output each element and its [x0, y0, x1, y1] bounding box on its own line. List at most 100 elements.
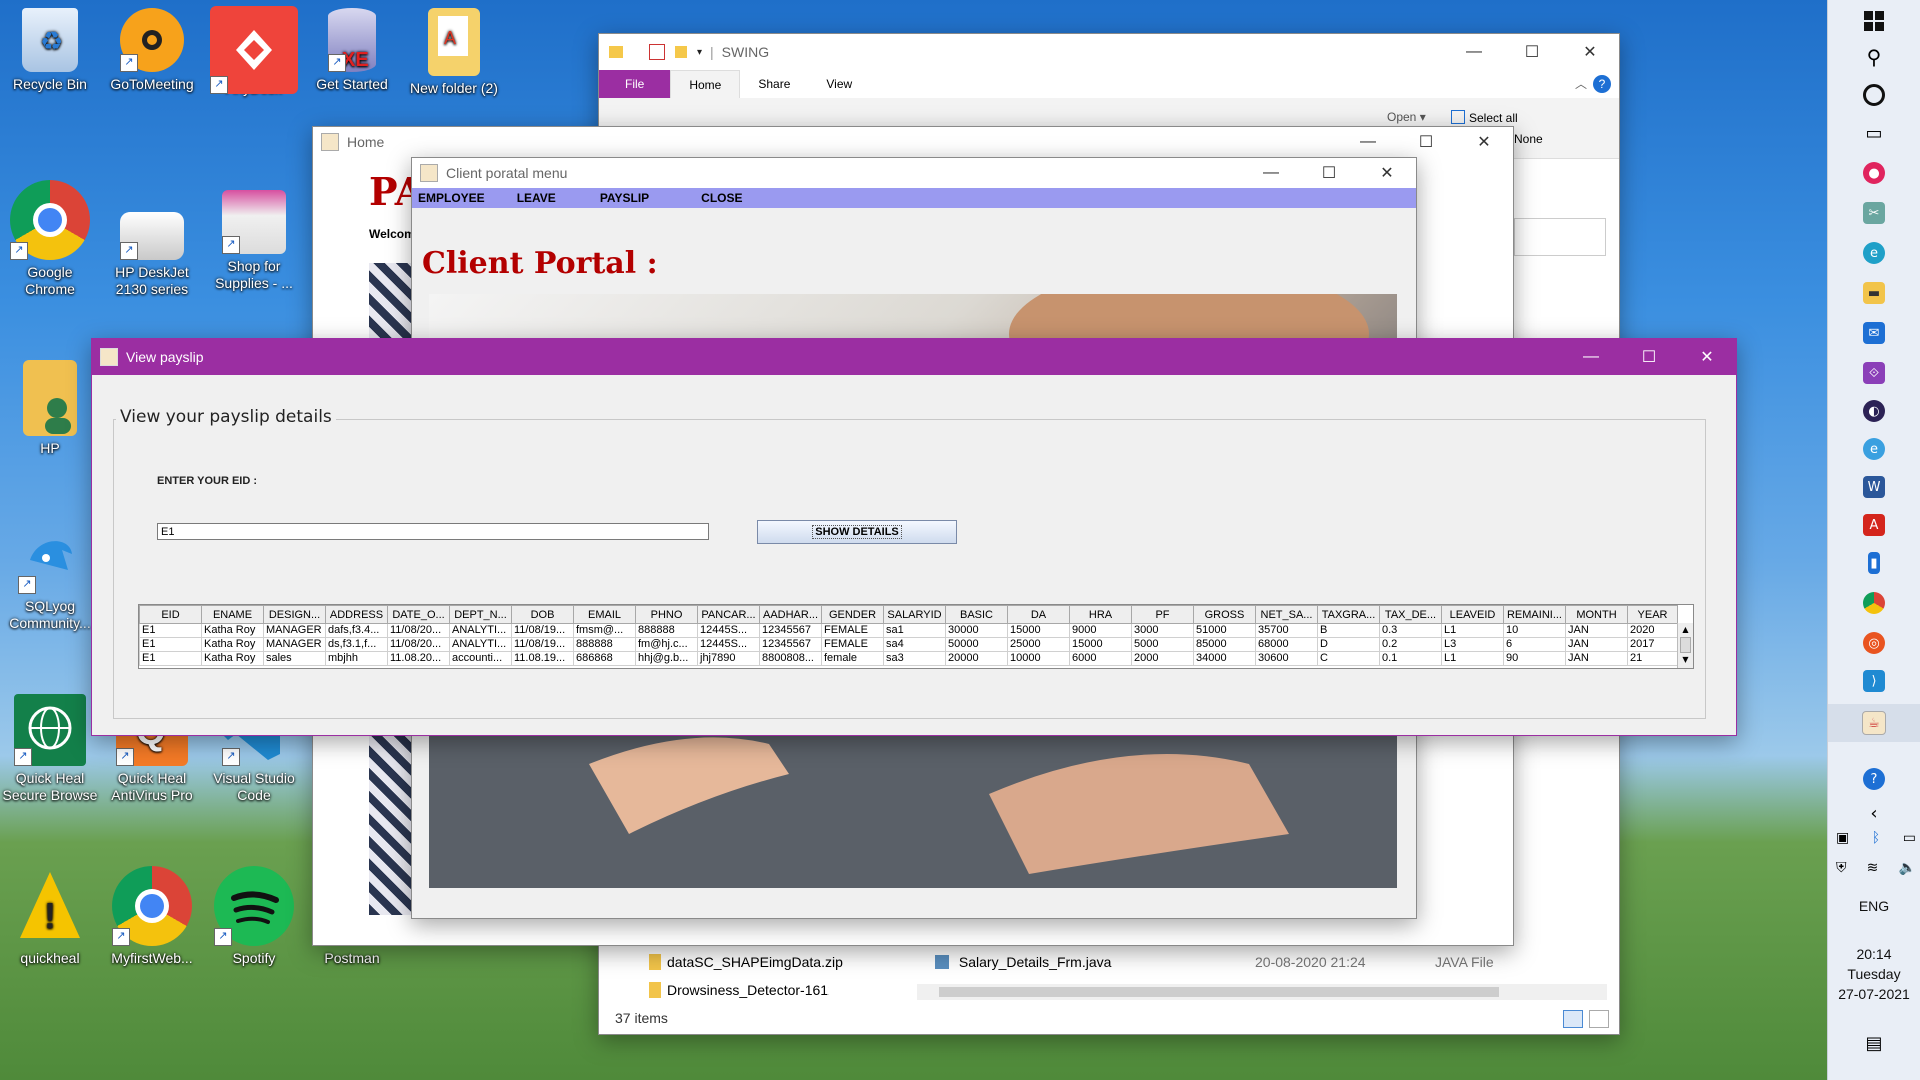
table-cell[interactable]: ds,f3.1,f... — [325, 637, 388, 652]
table-cell[interactable]: FEMALE — [821, 623, 884, 638]
payslip-table-container[interactable]: EID ENAME DESIGN... ADDRESS DATE_O... DE… — [138, 604, 1694, 669]
taskbar-app-ie[interactable]: e — [1828, 432, 1920, 466]
security-shield-icon[interactable]: ⛨ — [1836, 860, 1847, 876]
maximize-icon[interactable]: ☐ — [1300, 158, 1358, 188]
table-cell[interactable]: 68000 — [1255, 637, 1318, 652]
desktop-icon-google-chrome[interactable]: ↗ Google Chrome — [2, 180, 98, 298]
taskbar-app-ubuntu[interactable]: ◎ — [1828, 626, 1920, 660]
table-cell[interactable]: E1 — [139, 651, 202, 666]
table-cell[interactable]: 11/08/20... — [387, 637, 450, 652]
table-cell[interactable]: fm@hj.c... — [635, 637, 698, 652]
table-vertical-scrollbar[interactable]: ▲ ▼ — [1677, 623, 1693, 668]
table-cell[interactable]: 12445S... — [697, 623, 760, 638]
table-cell[interactable]: L3 — [1441, 637, 1504, 652]
column-header[interactable]: MONTH — [1565, 605, 1628, 624]
explorer-search-box[interactable] — [1514, 218, 1606, 256]
table-row[interactable]: E1 Katha Roy MANAGER dafs,f3.4... 11/08/20..… — [139, 623, 1678, 638]
column-header[interactable]: EID — [139, 605, 202, 624]
column-header[interactable]: NET_SA... — [1255, 605, 1318, 624]
maximize-icon[interactable]: ☐ — [1620, 339, 1678, 375]
table-cell[interactable]: 5000 — [1131, 637, 1194, 652]
close-icon[interactable]: ✕ — [1561, 34, 1619, 70]
table-cell[interactable]: female — [821, 651, 884, 666]
taskbar-app-chrome[interactable] — [1828, 586, 1920, 620]
column-header[interactable]: DEPT_N... — [449, 605, 512, 624]
column-header[interactable]: BASIC — [945, 605, 1008, 624]
show-details-button[interactable]: SHOW DETAILS — [757, 520, 957, 544]
table-cell[interactable]: 50000 — [945, 637, 1008, 652]
desktop-icon-gotomeeting[interactable]: ↗ GoToMeeting — [104, 8, 200, 93]
taskbar-app-vscode[interactable]: ⟩ — [1828, 664, 1920, 698]
table-cell[interactable]: FEMALE — [821, 637, 884, 652]
table-cell[interactable]: MANAGER — [263, 637, 326, 652]
help-tray-button[interactable]: ? — [1828, 762, 1920, 796]
table-cell[interactable]: 35700 — [1255, 623, 1318, 638]
table-cell[interactable]: 6 — [1503, 637, 1566, 652]
taskbar-app-acrobat[interactable]: A — [1828, 508, 1920, 542]
desktop-icon-quickheal-browse[interactable]: ↗ Quick Heal Secure Browse — [2, 694, 98, 804]
quick-access-dropdown-icon[interactable]: ▾ — [697, 47, 702, 58]
taskbar-app-visual-studio[interactable]: ⟐ — [1828, 356, 1920, 390]
table-cell[interactable]: 21 — [1627, 651, 1678, 666]
column-header[interactable]: DESIGN... — [263, 605, 326, 624]
menu-close[interactable]: CLOSE — [673, 191, 766, 205]
explorer-titlebar[interactable]: ▾ | SWING — ☐ ✕ — [599, 34, 1619, 70]
horizontal-scrollbar[interactable] — [917, 984, 1607, 1000]
file-list-row[interactable]: Drowsiness_Detector-161217734 — [649, 982, 829, 1000]
column-header[interactable]: DA — [1007, 605, 1070, 624]
taskbar-app-word[interactable]: W — [1828, 470, 1920, 504]
table-cell[interactable]: L1 — [1441, 623, 1504, 638]
column-header[interactable]: REMAINI... — [1503, 605, 1566, 624]
select-none-button[interactable]: None — [1514, 132, 1543, 146]
table-cell[interactable]: 888888 — [573, 637, 636, 652]
tab-view[interactable]: View — [808, 70, 870, 98]
file-detail-row[interactable]: Salary_Details_Frm.java 20-08-2020 21:24… — [935, 954, 1595, 970]
desktop-icon-spotify[interactable]: ↗ Spotify — [206, 866, 302, 967]
column-header[interactable]: PHNO — [635, 605, 698, 624]
scrollbar-thumb[interactable] — [939, 987, 1499, 997]
eid-input[interactable] — [157, 523, 709, 540]
table-row[interactable]: E1 Katha Roy MANAGER ds,f3.1,f... 11/08/20..… — [139, 637, 1678, 652]
table-cell[interactable]: 2017 — [1627, 637, 1678, 652]
table-cell[interactable]: 10000 — [1007, 651, 1070, 666]
table-cell[interactable]: B — [1317, 623, 1380, 638]
column-header[interactable]: SALARYID — [883, 605, 946, 624]
table-cell[interactable]: JAN — [1565, 623, 1628, 638]
taskbar-app-java[interactable]: ☕ — [1828, 704, 1920, 742]
volume-icon[interactable]: 🔈 — [1899, 860, 1916, 876]
table-cell[interactable]: 8800808... — [759, 651, 822, 666]
tab-home[interactable]: Home — [670, 69, 741, 99]
column-header[interactable]: ADDRESS — [325, 605, 388, 624]
taskbar-app-eclipse[interactable]: ◐ — [1828, 394, 1920, 428]
table-cell[interactable]: 6000 — [1069, 651, 1132, 666]
maximize-icon[interactable]: ☐ — [1397, 127, 1455, 157]
table-cell[interactable]: Katha Roy — [201, 637, 264, 652]
column-header[interactable]: YEAR — [1627, 605, 1678, 624]
large-icons-view-icon[interactable] — [1589, 1010, 1609, 1028]
table-cell[interactable]: sa3 — [883, 651, 946, 666]
menu-payslip[interactable]: PAYSLIP — [580, 191, 673, 205]
table-cell[interactable]: Katha Roy — [201, 651, 264, 666]
table-cell[interactable]: D — [1317, 637, 1380, 652]
table-cell[interactable]: sa4 — [883, 637, 946, 652]
table-cell[interactable]: dafs,f3.4... — [325, 623, 388, 638]
maximize-icon[interactable]: ☐ — [1503, 34, 1561, 70]
table-cell[interactable]: 11.08.20... — [387, 651, 450, 666]
close-icon[interactable]: ✕ — [1455, 127, 1513, 157]
search-button[interactable]: ⚲ — [1828, 40, 1920, 74]
desktop-icon-sqlyog[interactable]: ↗ SQLyog Community... — [2, 530, 98, 632]
table-cell[interactable]: Katha Roy — [201, 623, 264, 638]
column-header[interactable]: GROSS — [1193, 605, 1256, 624]
table-cell[interactable]: 0.3 — [1379, 623, 1442, 638]
table-cell[interactable]: 51000 — [1193, 623, 1256, 638]
clock-date[interactable]: 27-07-2021 — [1828, 986, 1920, 1002]
view-payslip-window[interactable]: View payslip — ☐ ✕ View your payslip det… — [91, 338, 1737, 736]
table-row[interactable]: E1 Katha Roy sales mbjhh 11.08.20... accounti… — [139, 651, 1678, 666]
table-cell[interactable]: 15000 — [1069, 637, 1132, 652]
table-cell[interactable]: 25000 — [1007, 637, 1070, 652]
bluetooth-icon[interactable]: ᛒ — [1872, 830, 1880, 846]
client-portal-titlebar[interactable]: Client poratal menu — ☐ ✕ — [412, 158, 1416, 188]
show-hidden-icons-button[interactable]: ‹ — [1828, 796, 1920, 830]
open-button[interactable]: Open ▾ — [1387, 110, 1426, 124]
desktop-icon-get-started[interactable]: XE ↗ Get Started — [304, 8, 400, 93]
